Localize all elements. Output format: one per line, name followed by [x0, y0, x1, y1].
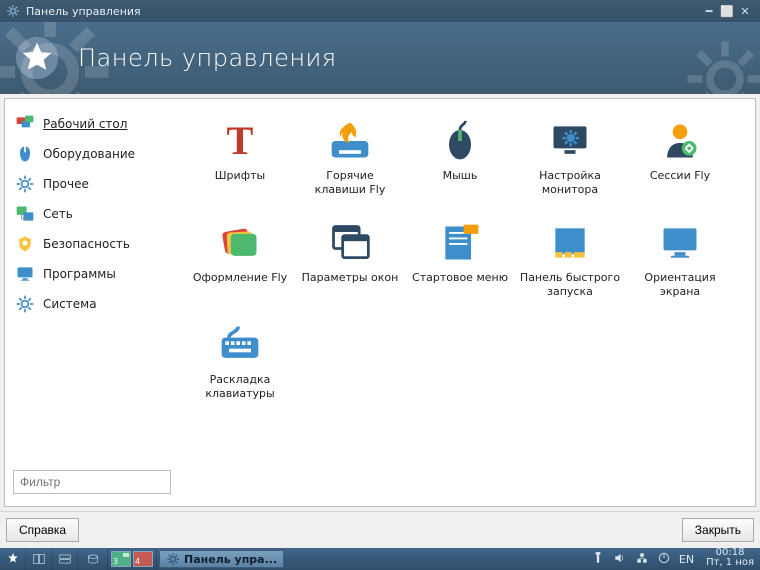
tile-label: Горячие клавиши Fly [299, 169, 401, 197]
shield-icon [15, 234, 35, 254]
tile-monitor[interactable]: Настройка монитора [515, 113, 625, 215]
sidebar-item-security[interactable]: Безопасность [11, 229, 175, 259]
tile-label: Мышь [443, 169, 478, 183]
tile-label: Настройка монитора [519, 169, 621, 197]
sidebar-item-label: Безопасность [43, 237, 130, 251]
tile-window-params[interactable]: Параметры окон [295, 215, 405, 317]
hardware-icon [15, 144, 35, 164]
desktop-icon [15, 114, 35, 134]
start-button[interactable] [0, 548, 26, 570]
network-icon [15, 204, 35, 224]
tile-label: Ориентация экрана [629, 271, 731, 299]
windows-icon [328, 221, 372, 265]
tile-label: Параметры окон [302, 271, 399, 285]
titlebar-minimize-button[interactable]: ━ [700, 5, 718, 18]
mouse-icon [438, 119, 482, 163]
clock-date: Пт, 1 ноя [706, 558, 754, 568]
taskbar-active-task[interactable]: Панель упра... [159, 550, 284, 568]
desktop-3[interactable]: 3 [111, 551, 131, 567]
tray-power-icon[interactable] [657, 551, 671, 568]
taskbar-disk-button[interactable] [78, 548, 108, 570]
tile-quickpanel[interactable]: Панель быстрого запуска [515, 215, 625, 317]
desktop-4[interactable]: 4 [133, 551, 153, 567]
settings-grid: Шрифты Горячие клавиши Fly Мышь Настройк… [175, 99, 755, 506]
dialog-button-row: Справка Закрыть [0, 511, 760, 548]
sidebar-item-label: Оборудование [43, 147, 135, 161]
tray-usb-icon[interactable] [591, 551, 605, 568]
system-tray: EN [585, 548, 700, 570]
quickpanel-icon [548, 221, 592, 265]
startmenu-icon [438, 221, 482, 265]
tile-label: Раскладка клавиатуры [189, 373, 291, 401]
taskbar-windows-button[interactable] [52, 548, 78, 570]
theme-icon [218, 221, 262, 265]
sidebar-item-hardware[interactable]: Оборудование [11, 139, 175, 169]
tile-label: Стартовое меню [412, 271, 508, 285]
sidebar-item-network[interactable]: Сеть [11, 199, 175, 229]
keyboard-icon [218, 323, 262, 367]
system-icon [15, 294, 35, 314]
tray-keyboard-layout[interactable]: EN [679, 553, 694, 566]
taskbar-panes-button[interactable] [26, 548, 52, 570]
tile-sessions[interactable]: Сессии Fly [625, 113, 735, 215]
sidebar-item-system[interactable]: Система [11, 289, 175, 319]
tile-fonts[interactable]: Шрифты [185, 113, 295, 215]
sidebar-item-desktop[interactable]: Рабочий стол [11, 109, 175, 139]
tile-label: Оформление Fly [193, 271, 287, 285]
tile-label: Панель быстрого запуска [519, 271, 621, 299]
sidebar-item-programs[interactable]: Программы [11, 259, 175, 289]
sidebar-item-other[interactable]: Прочее [11, 169, 175, 199]
tile-label: Сессии Fly [650, 169, 710, 183]
tile-startmenu[interactable]: Стартовое меню [405, 215, 515, 317]
orientation-icon [658, 221, 702, 265]
tile-orientation[interactable]: Ориентация экрана [625, 215, 735, 317]
tile-kblayout[interactable]: Раскладка клавиатуры [185, 317, 295, 419]
tile-theme[interactable]: Оформление Fly [185, 215, 295, 317]
other-icon [15, 174, 35, 194]
tile-hotkeys[interactable]: Горячие клавиши Fly [295, 113, 405, 215]
filter-input[interactable] [13, 470, 171, 494]
titlebar-app-icon [6, 4, 20, 18]
sidebar-item-label: Сеть [43, 207, 73, 221]
task-app-icon [166, 552, 180, 566]
header-banner: Панель управления [0, 22, 760, 94]
programs-icon [15, 264, 35, 284]
help-button[interactable]: Справка [6, 518, 79, 542]
sidebar: Рабочий стол Оборудование Прочее Сеть [5, 99, 175, 506]
window-titlebar: Панель управления ━ ⬜ ✕ [0, 0, 760, 22]
taskbar: 3 4 Панель упра... EN 00:18 Пт, 1 ноя [0, 548, 760, 570]
close-button[interactable]: Закрыть [682, 518, 754, 542]
tile-mouse[interactable]: Мышь [405, 113, 515, 215]
titlebar-close-button[interactable]: ✕ [736, 5, 754, 18]
sessions-icon [658, 119, 702, 163]
monitor-settings-icon [548, 119, 592, 163]
sidebar-item-label: Прочее [43, 177, 89, 191]
sidebar-item-label: Программы [43, 267, 116, 281]
desktop-switcher[interactable]: 3 4 [108, 548, 157, 570]
filter-box [13, 470, 171, 494]
sidebar-item-label: Рабочий стол [43, 117, 127, 131]
taskbar-clock[interactable]: 00:18 Пт, 1 ноя [700, 548, 760, 570]
hotkeys-icon [328, 119, 372, 163]
fonts-icon [218, 119, 262, 163]
titlebar-maximize-button[interactable]: ⬜ [718, 5, 736, 18]
tile-label: Шрифты [215, 169, 265, 183]
titlebar-title: Панель управления [26, 5, 141, 18]
tray-volume-icon[interactable] [613, 551, 627, 568]
sidebar-item-label: Система [43, 297, 97, 311]
task-label: Панель упра... [184, 553, 277, 566]
tray-network-icon[interactable] [635, 551, 649, 568]
